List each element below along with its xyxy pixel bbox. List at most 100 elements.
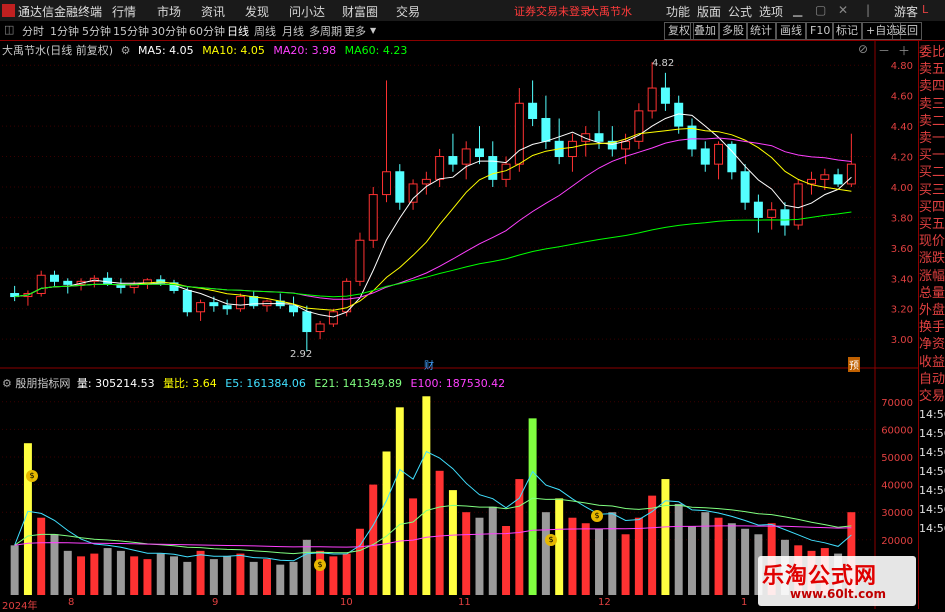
overlay-button[interactable]: 叠加	[690, 22, 720, 40]
auto-trade-label[interactable]: 自动	[919, 371, 945, 388]
quote-label: 收益	[919, 354, 945, 370]
volume-bar	[103, 548, 112, 595]
quote-label: 卖三	[919, 96, 945, 112]
candle-body	[820, 174, 830, 180]
tick-time: 14:56	[919, 427, 945, 441]
candle-body	[315, 323, 325, 333]
candle-body	[767, 209, 777, 218]
candle-body	[235, 296, 245, 310]
volume-bar	[621, 534, 630, 595]
price-tick-label: 4.40	[891, 122, 913, 133]
stats-button[interactable]: 统计	[746, 22, 776, 40]
volume-bar	[515, 479, 524, 595]
watermark-url: www.60lt.com	[790, 587, 887, 601]
money-bag-icon[interactable]: $	[591, 510, 603, 522]
f10-button[interactable]: F10	[806, 22, 835, 40]
tick-time: 14:56	[919, 503, 945, 517]
volume-tick-label: 20000	[881, 536, 913, 547]
menu-item-formula[interactable]: 公式	[728, 3, 752, 20]
quote-label: 买一	[919, 148, 945, 164]
quote-label: 买四	[919, 199, 945, 215]
quote-label: 委比	[919, 45, 945, 60]
volume-bars	[10, 396, 856, 595]
candle-body	[368, 194, 378, 241]
tab-intraday[interactable]: 分时	[22, 23, 44, 39]
volume-bar	[688, 526, 696, 595]
tab-monthly[interactable]: 月线	[282, 23, 304, 39]
more-chevron-icon[interactable]: ▼	[370, 26, 376, 35]
volume-bar	[263, 559, 271, 595]
menu-item-trade[interactable]: 交易	[396, 3, 420, 20]
candle-body	[328, 311, 338, 325]
watermark-title: 乐淘公式网	[762, 564, 878, 589]
restore-icon[interactable]: ▢	[815, 3, 826, 17]
tab-1min[interactable]: 1分钟	[50, 23, 79, 39]
candle-body	[740, 171, 750, 203]
volume-tick-label: 30000	[881, 508, 913, 519]
pin-icon[interactable]: ◫	[4, 23, 14, 36]
money-bag-icon[interactable]: $	[545, 534, 557, 546]
quote-label: 总量	[919, 285, 945, 301]
tab-60min[interactable]: 60分钟	[189, 23, 225, 39]
volume-bar	[236, 553, 245, 595]
app-logo-icon	[2, 4, 15, 17]
menu-item-news[interactable]: 资讯	[201, 3, 225, 20]
guest-label[interactable]: 游客	[894, 3, 918, 20]
menu-item-assistant[interactable]: 问小达	[289, 3, 325, 20]
candle-body	[753, 201, 763, 218]
price-tick-label: 4.20	[891, 153, 913, 164]
tab-30min[interactable]: 30分钟	[151, 23, 187, 39]
trade-label[interactable]: 交易	[919, 388, 945, 405]
menu-item-quotes[interactable]: 行情	[112, 3, 136, 20]
menu-item-discover[interactable]: 发现	[245, 3, 269, 20]
tab-weekly[interactable]: 周线	[254, 23, 276, 39]
menu-item-layout[interactable]: 版面	[697, 3, 721, 20]
quote-label: 涨幅	[919, 268, 945, 284]
menu-bar: 通达信金融终端 行情 市场 资讯 发现 问小达 财富圈 交易 证券交易未登录 大…	[0, 0, 945, 22]
volume-bar	[475, 517, 484, 595]
money-bag-icon[interactable]: $	[314, 559, 326, 571]
quote-label: 卖四	[919, 79, 945, 95]
menu-item-wealth[interactable]: 财富圈	[342, 3, 378, 20]
login-notice[interactable]: 证券交易未登录	[514, 3, 591, 19]
quote-label: 买二	[919, 165, 945, 181]
tab-daily[interactable]: 日线	[227, 23, 249, 39]
tab-15min[interactable]: 15分钟	[113, 23, 149, 39]
candle-body	[714, 143, 724, 165]
back-button[interactable]: 返回	[892, 22, 922, 40]
tick-time: 14:56	[919, 484, 945, 498]
menu-item-market[interactable]: 市场	[157, 3, 181, 20]
ma60-line	[14, 211, 852, 298]
tab-more[interactable]: 更多	[344, 23, 366, 39]
quote-label: 外盘	[919, 303, 945, 319]
forecast-marker[interactable]: 预	[848, 357, 860, 372]
tab-multi-period[interactable]: 多周期	[309, 23, 342, 39]
price-tick-label: 3.40	[891, 274, 913, 285]
price-tick-label: 3.80	[891, 213, 913, 224]
money-bag-icon[interactable]: $	[26, 470, 38, 482]
minimize-icon[interactable]: ▁	[793, 3, 802, 17]
multi-stock-button[interactable]: 多股	[718, 22, 748, 40]
quote-label: 换手	[919, 320, 945, 336]
quote-label: 卖一	[919, 131, 945, 147]
low-marker: 2.92	[290, 349, 313, 360]
volume-bar	[661, 479, 670, 595]
chart-canvas[interactable]: 3.00 3.20 3.40 3.60 3.80 4.00 4.20 4.40 4.60 4.80…	[0, 40, 918, 609]
candle-body	[488, 156, 498, 180]
ma5-line	[14, 113, 852, 318]
menu-item-options[interactable]: 选项	[759, 3, 783, 20]
financial-marker[interactable]: 财	[424, 357, 434, 372]
menu-item-function[interactable]: 功能	[666, 3, 690, 20]
mark-button[interactable]: 标记	[832, 22, 862, 40]
e100-line	[14, 525, 852, 548]
candle-body	[196, 302, 206, 313]
tab-5min[interactable]: 5分钟	[82, 23, 111, 39]
price-candles	[10, 62, 856, 352]
close-icon[interactable]: ✕	[838, 3, 848, 17]
candle-body	[660, 87, 670, 104]
price-tick-label: 4.00	[891, 183, 913, 194]
quote-label: 买三	[919, 182, 945, 198]
high-marker: 4.82	[652, 58, 675, 69]
draw-button[interactable]: 画线	[776, 22, 806, 40]
tick-time: 14:56	[919, 465, 945, 479]
